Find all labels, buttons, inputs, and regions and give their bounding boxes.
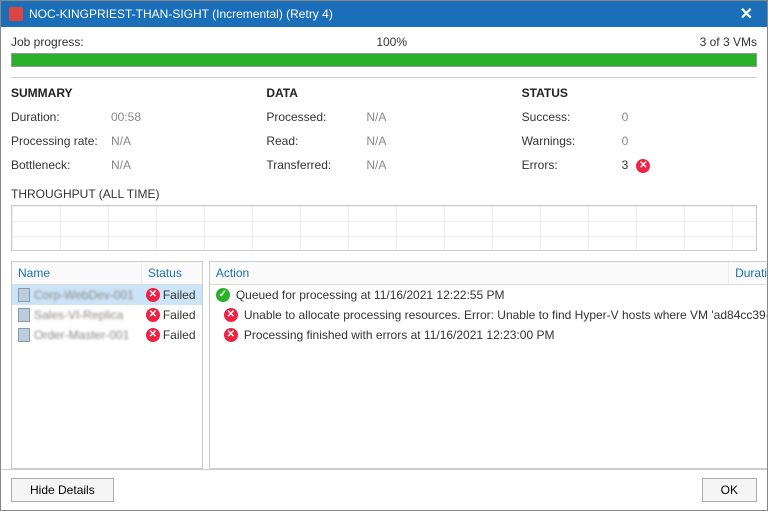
duration-label: Duration: — [11, 110, 111, 124]
action-log[interactable]: Action Duration ✓ Queued for processing … — [209, 261, 767, 469]
vm-icon — [18, 288, 30, 302]
bottleneck-value: N/A — [111, 158, 131, 172]
vm-row[interactable]: Corp-WebDev-001 ✕Failed — [12, 285, 202, 305]
transferred-value: N/A — [366, 158, 386, 172]
error-icon: ✕ — [224, 328, 238, 342]
success-icon: ✓ — [216, 288, 230, 302]
bottleneck-label: Bottleneck: — [11, 158, 111, 172]
action-row[interactable]: ✕ Unable to allocate processing resource… — [210, 305, 767, 325]
vm-icon — [18, 308, 30, 322]
col-action[interactable]: Action — [210, 262, 729, 284]
throughput-label: THROUGHPUT (ALL TIME) — [11, 187, 757, 201]
close-icon[interactable]: ✕ — [734, 4, 759, 24]
col-status[interactable]: Status — [142, 262, 202, 284]
read-value: N/A — [366, 134, 386, 148]
window-title: NOC-KINGPRIEST-THAN-SIGHT (Incremental) … — [29, 7, 333, 21]
footer: Hide Details OK — [1, 469, 767, 510]
action-row[interactable]: ✕ Processing finished with errors at 11/… — [210, 325, 767, 345]
col-name[interactable]: Name — [12, 262, 142, 284]
vm-name: Sales-VI-Replica — [34, 308, 134, 322]
vm-name: Order-Master-001 — [34, 328, 134, 342]
rate-label: Processing rate: — [11, 134, 111, 148]
summary-col: SUMMARY Duration:00:58 Processing rate:N… — [11, 86, 246, 183]
success-label: Success: — [522, 110, 622, 124]
ok-button[interactable]: OK — [702, 478, 757, 502]
error-icon: ✕ — [146, 328, 160, 342]
vm-status: Failed — [163, 328, 196, 342]
vm-row[interactable]: Order-Master-001 ✕Failed — [12, 325, 202, 345]
status-col: STATUS Success:0 Warnings:0 Errors:3 ✕ — [522, 86, 757, 183]
vm-icon — [18, 328, 30, 342]
error-icon: ✕ — [146, 308, 160, 322]
divider — [11, 77, 757, 78]
status-heading: STATUS — [522, 86, 757, 100]
data-heading: DATA — [266, 86, 501, 100]
error-icon: ✕ — [636, 159, 650, 173]
error-icon: ✕ — [146, 288, 160, 302]
progress-label: Job progress: — [11, 35, 84, 49]
warnings-label: Warnings: — [522, 134, 622, 148]
action-text: Unable to allocate processing resources.… — [244, 308, 767, 322]
warnings-value: 0 — [622, 134, 629, 148]
rate-value: N/A — [111, 134, 131, 148]
titlebar: NOC-KINGPRIEST-THAN-SIGHT (Incremental) … — [1, 1, 767, 27]
error-icon: ✕ — [224, 308, 238, 322]
action-text: Queued for processing at 11/16/2021 12:2… — [236, 288, 767, 302]
vm-name: Corp-WebDev-001 — [34, 288, 134, 302]
duration-value: 00:58 — [111, 110, 141, 124]
processed-value: N/A — [366, 110, 386, 124]
app-icon — [9, 7, 23, 21]
col-duration[interactable]: Duration — [729, 262, 767, 284]
hide-details-button[interactable]: Hide Details — [11, 478, 114, 502]
errors-value: 3 — [622, 158, 629, 172]
success-value: 0 — [622, 110, 629, 124]
progress-row: Job progress: 100% 3 of 3 VMs — [11, 31, 757, 53]
data-col: DATA Processed:N/A Read:N/A Transferred:… — [266, 86, 501, 183]
throughput-chart — [11, 205, 757, 251]
errors-label: Errors: — [522, 158, 622, 173]
read-label: Read: — [266, 134, 366, 148]
vm-list[interactable]: Name Status Corp-WebDev-001 ✕Failed Sale… — [11, 261, 203, 469]
action-text: Processing finished with errors at 11/16… — [244, 328, 767, 342]
progress-bar — [11, 53, 757, 67]
transferred-label: Transferred: — [266, 158, 366, 172]
action-row[interactable]: ✓ Queued for processing at 11/16/2021 12… — [210, 285, 767, 305]
summary-grid: SUMMARY Duration:00:58 Processing rate:N… — [11, 86, 757, 183]
progress-vm-count: 3 of 3 VMs — [700, 35, 757, 49]
progress-percent: 100% — [376, 35, 407, 49]
vm-status: Failed — [163, 288, 196, 302]
vm-row[interactable]: Sales-VI-Replica ✕Failed — [12, 305, 202, 325]
summary-heading: SUMMARY — [11, 86, 246, 100]
vm-status: Failed — [163, 308, 196, 322]
processed-label: Processed: — [266, 110, 366, 124]
